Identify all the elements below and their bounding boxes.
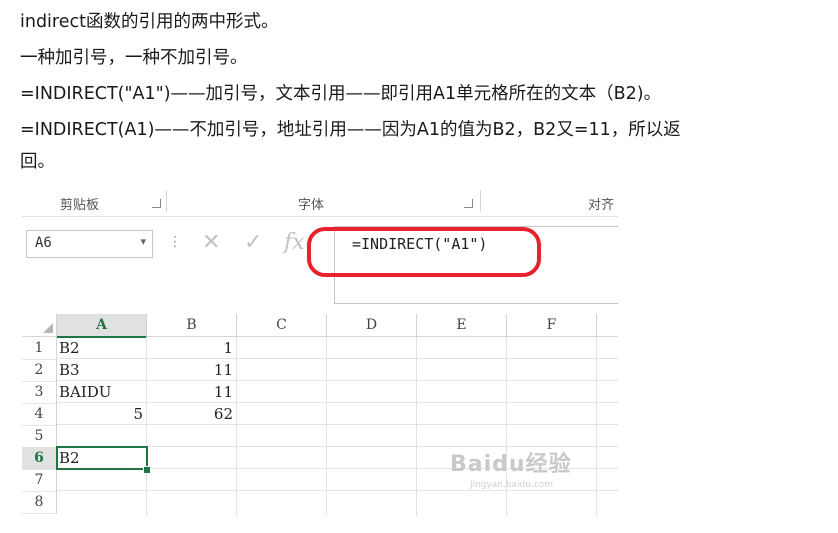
column-header-f[interactable]: F	[507, 314, 597, 337]
formula-highlight-annotation	[307, 227, 541, 277]
fill-handle[interactable]	[143, 466, 151, 474]
row-header-3[interactable]: 3	[22, 381, 57, 404]
formula-bar-buttons: ✕ ✓ fx	[188, 228, 308, 260]
clipboard-launcher-icon[interactable]	[152, 199, 161, 208]
cell-b2[interactable]: 11	[147, 359, 236, 381]
cell-b4[interactable]: 62	[147, 403, 236, 425]
paragraph-two-forms: 一种加引号，一种不加引号。	[20, 48, 248, 68]
column-header-d[interactable]: D	[327, 314, 417, 337]
insert-function-icon[interactable]: fx	[284, 230, 305, 255]
grid-line	[236, 337, 237, 516]
row-header-7[interactable]: 7	[22, 469, 57, 492]
grid-line	[326, 337, 327, 516]
name-box[interactable]: A6 ▾	[26, 230, 153, 258]
cancel-icon[interactable]: ✕	[202, 230, 220, 255]
paragraph-unquoted-form: =INDIRECT(A1)——不加引号，地址引用——因为A1的值为B2，B2又=…	[20, 120, 681, 140]
paragraph-intro: indirect函数的引用的两中形式。	[20, 12, 279, 32]
row-header-6[interactable]: 6	[22, 447, 58, 470]
row-header-5[interactable]: 5	[22, 425, 57, 448]
cell-a1[interactable]: B2	[57, 337, 146, 359]
cell-a4[interactable]: 5	[57, 403, 146, 425]
ribbon-group-labels: 剪贴板 字体 对齐	[22, 186, 618, 217]
paragraph-quoted-form: =INDIRECT("A1")——加引号，文本引用——即引用A1单元格所在的文本…	[20, 84, 662, 104]
row-header-2[interactable]: 2	[22, 359, 57, 382]
select-all-triangle-icon	[43, 323, 53, 333]
ribbon-group-alignment: 对齐	[588, 198, 615, 213]
grid-line	[416, 337, 417, 516]
grid-line	[596, 337, 597, 516]
formula-bar-grip-icon[interactable]: ⋮	[168, 234, 182, 250]
cell-b3[interactable]: 11	[147, 381, 236, 403]
chevron-down-icon[interactable]: ▾	[140, 235, 146, 248]
ribbon-separator	[166, 190, 167, 212]
font-launcher-icon[interactable]	[464, 199, 473, 208]
watermark-url: jingyan.baidu.com	[470, 480, 554, 490]
ribbon-group-clipboard: 剪贴板	[60, 198, 100, 213]
ribbon-separator	[480, 190, 481, 212]
column-header-b[interactable]: B	[147, 314, 237, 337]
row-header-4[interactable]: 4	[22, 403, 57, 426]
cell-b1[interactable]: 1	[147, 337, 236, 359]
cell-a2[interactable]: B3	[57, 359, 146, 381]
select-all-button[interactable]	[22, 314, 57, 337]
row-header-1[interactable]: 1	[22, 337, 57, 360]
name-box-value: A6	[35, 235, 52, 251]
paragraph-return: 回。	[20, 152, 55, 172]
grid-line	[57, 490, 618, 491]
column-header-c[interactable]: C	[237, 314, 327, 337]
row-header-8[interactable]: 8	[22, 491, 57, 514]
column-header-e[interactable]: E	[417, 314, 507, 337]
column-header-g[interactable]	[597, 314, 618, 337]
cell-a3[interactable]: BAIDU	[57, 381, 146, 403]
watermark-brand: Baidu经验	[450, 452, 572, 477]
active-cell-selection[interactable]	[56, 446, 148, 470]
enter-check-icon[interactable]: ✓	[244, 230, 262, 255]
column-header-a[interactable]: A	[57, 314, 147, 338]
formula-bar: A6 ▾ ⋮ ✕ ✓ fx =INDIRECT("A1")	[22, 226, 618, 304]
ribbon-group-font: 字体	[298, 198, 325, 213]
